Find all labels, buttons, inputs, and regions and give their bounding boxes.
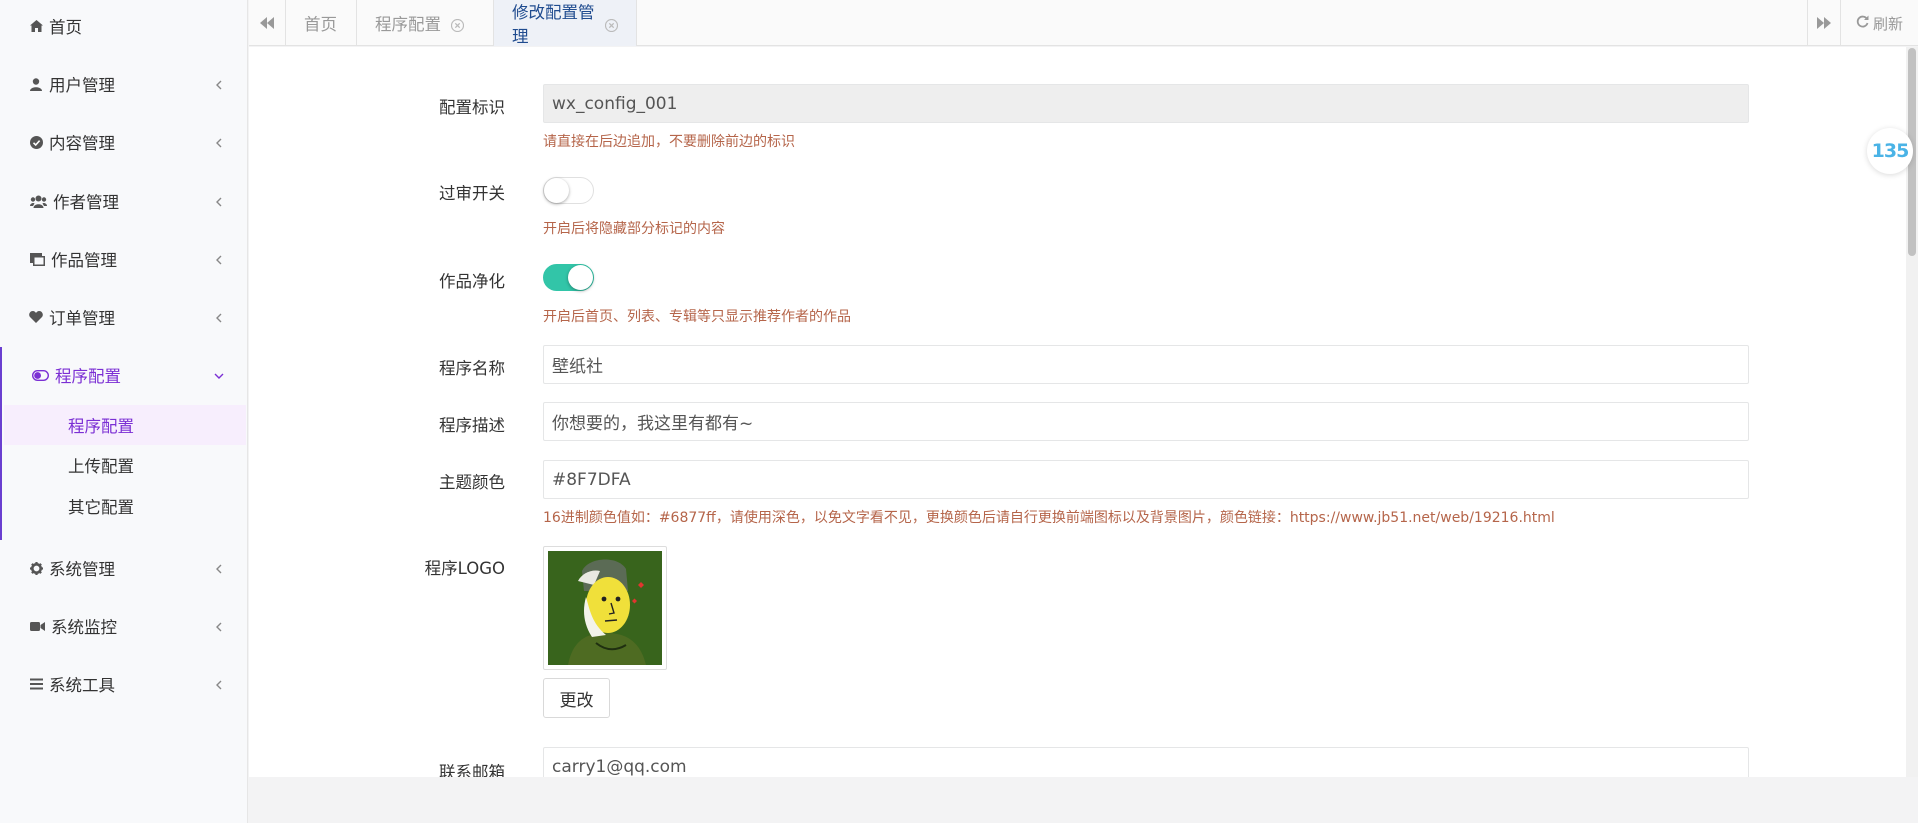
app-desc-value: 你想要的，我这里有都有~ (552, 414, 754, 434)
theme-color-help: 16进制颜色值如：#6877ff，请使用深色，以免文字看不见，更换颜色后请自行更… (543, 510, 1555, 526)
chevron-left-icon (212, 194, 226, 208)
submenu-item-upload-config[interactable]: 上传配置 (0, 445, 248, 485)
sidebar-item-works-management[interactable]: 作品管理 (0, 239, 248, 279)
switch-knob (568, 265, 593, 290)
check-circle-icon (29, 135, 43, 149)
gear-icon (29, 561, 43, 575)
app-desc-input[interactable]: 你想要的，我这里有都有~ (543, 402, 1749, 441)
theme-color-value: #8F7DFA (552, 469, 631, 490)
heart-icon (29, 310, 43, 324)
config-id-help: 请直接在后边追加，不要删除前边的标识 (543, 134, 795, 150)
sidebar-item-label: 首页 (49, 18, 82, 37)
config-id-value: wx_config_001 (552, 93, 678, 114)
sidebar: 首页 用户管理 内容管理 作者管理 作品管理 订单管理 程序配置 程序配置 上传… (0, 0, 248, 823)
home-icon (29, 19, 43, 33)
submenu-item-label: 程序配置 (68, 417, 134, 436)
sidebar-item-order-management[interactable]: 订单管理 (0, 297, 248, 337)
user-icon (29, 77, 43, 91)
submenu-item-label: 上传配置 (68, 457, 134, 476)
theme-color-input[interactable]: #8F7DFA (543, 460, 1749, 499)
chevron-down-icon (212, 368, 226, 382)
sidebar-item-home[interactable]: 首页 (0, 6, 248, 46)
app-name-value: 壁纸社 (552, 357, 603, 377)
app-logo-label: 程序LOGO (424, 559, 505, 578)
tab-bar: 首页 程序配置 修改配置管理 刷新 (249, 0, 1918, 46)
image-icon (29, 252, 45, 266)
app-desc-label: 程序描述 (439, 416, 505, 435)
chevron-left-icon (212, 310, 226, 324)
floating-badge-button[interactable]: 135 (1867, 128, 1913, 174)
users-icon (29, 194, 47, 208)
submenu-item-program-config[interactable]: 程序配置 (4, 405, 246, 445)
app-name-label: 程序名称 (439, 359, 505, 378)
config-id-input[interactable]: wx_config_001 (543, 84, 1749, 123)
config-id-label: 配置标识 (439, 98, 505, 117)
double-chevron-left-icon (260, 14, 274, 33)
review-toggle-switch[interactable] (543, 177, 594, 204)
theme-color-label: 主题颜色 (439, 473, 505, 492)
sidebar-item-program-config[interactable]: 程序配置 (0, 355, 248, 395)
sidebar-item-system-monitor[interactable]: 系统监控 (0, 606, 248, 646)
footer-area (249, 777, 1918, 823)
review-switch-label: 过审开关 (439, 184, 505, 203)
config-form: 配置标识 wx_config_001 请直接在后边追加，不要删除前边的标识 过审… (249, 47, 1906, 777)
submenu-item-other-config[interactable]: 其它配置 (0, 486, 248, 526)
bars-icon (29, 677, 43, 691)
app-name-input[interactable]: 壁纸社 (543, 345, 1749, 384)
tab-label: 首页 (304, 15, 337, 34)
purify-switch-label: 作品净化 (439, 272, 505, 291)
sidebar-item-system-tools[interactable]: 系统工具 (0, 664, 248, 704)
chevron-left-icon (212, 619, 226, 633)
email-label: 联系邮箱 (439, 763, 505, 777)
purify-toggle-switch[interactable] (543, 264, 594, 291)
sidebar-item-content-management[interactable]: 内容管理 (0, 122, 248, 162)
tab-label: 修改配置管理 (512, 3, 595, 46)
close-circle-icon[interactable] (604, 17, 619, 32)
review-switch-help: 开启后将隐藏部分标记的内容 (543, 221, 725, 237)
refresh-icon (1856, 14, 1873, 32)
sidebar-item-user-management[interactable]: 用户管理 (0, 64, 248, 104)
email-value: carry1@qq.com (552, 756, 687, 777)
app-logo-preview (543, 546, 667, 670)
chevron-left-icon (212, 677, 226, 691)
switch-knob (544, 178, 569, 203)
close-circle-icon[interactable] (450, 17, 465, 32)
email-input[interactable]: carry1@qq.com (543, 747, 1749, 777)
tab-label: 程序配置 (375, 15, 441, 34)
tab-edit-config[interactable]: 修改配置管理 (494, 0, 637, 46)
tab-scroll-left-button[interactable] (249, 0, 286, 46)
badge-text: 135 (1871, 140, 1910, 162)
video-camera-icon (29, 619, 45, 633)
chevron-left-icon (212, 135, 226, 149)
submenu-item-label: 其它配置 (68, 498, 134, 517)
tab-home[interactable]: 首页 (286, 0, 357, 46)
sidebar-item-author-management[interactable]: 作者管理 (0, 181, 248, 221)
change-logo-button[interactable]: 更改 (543, 678, 610, 718)
logo-illustration (548, 551, 662, 665)
double-chevron-right-icon (1817, 14, 1831, 33)
purify-switch-help: 开启后首页、列表、专辑等只显示推荐作者的作品 (543, 309, 851, 325)
chevron-left-icon (212, 252, 226, 266)
toggle-icon (31, 368, 49, 382)
chevron-left-icon (212, 561, 226, 575)
tab-scroll-right-button[interactable] (1807, 0, 1840, 46)
tab-program-config[interactable]: 程序配置 (357, 0, 494, 46)
refresh-label: 刷新 (1872, 14, 1903, 33)
sidebar-item-system-management[interactable]: 系统管理 (0, 548, 248, 588)
chevron-left-icon (212, 77, 226, 91)
refresh-button[interactable]: 刷新 (1840, 0, 1918, 46)
